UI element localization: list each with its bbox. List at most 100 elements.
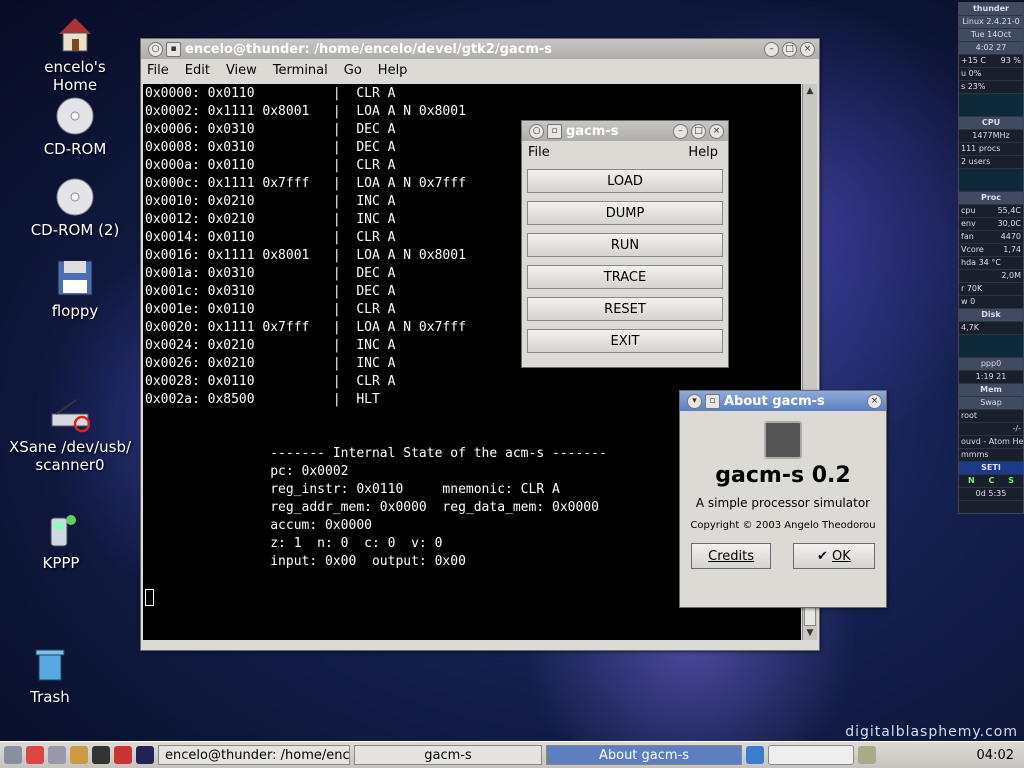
conky-fan: fan 4470: [959, 231, 1023, 244]
kppp-icon: [41, 510, 81, 550]
desktop-icon-cdrom-2[interactable]: CD-ROM (2): [24, 177, 126, 239]
conky-mail: -/-: [959, 423, 1023, 436]
conky-mms: mmms: [959, 449, 1023, 462]
conky-graph: [959, 335, 1023, 358]
task-about[interactable]: About gacm-s: [546, 745, 742, 765]
conky-write: w 0: [959, 296, 1023, 309]
desktop-icon-label: encelo's Home: [44, 58, 106, 94]
conky-cpu-temp: cpu 55,4C: [959, 205, 1023, 218]
conky-users: 2 users: [959, 156, 1023, 169]
tray-icon[interactable]: [858, 746, 876, 764]
lifebuoy-icon[interactable]: [26, 746, 44, 764]
conky-procs: 111 procs: [959, 143, 1023, 156]
run-button[interactable]: RUN: [527, 233, 723, 257]
xmms-icon[interactable]: [136, 746, 154, 764]
conky-hda: hda 34 °C: [959, 257, 1023, 270]
desktop-icon-label: CD-ROM (2): [30, 221, 120, 239]
scroll-up-icon[interactable]: ▲: [803, 84, 817, 98]
desktop-icon-trash[interactable]: Trash: [24, 644, 76, 706]
menu-edit[interactable]: Edit: [185, 63, 210, 78]
desktop-icon-home[interactable]: encelo's Home: [22, 14, 128, 94]
credits-button[interactable]: Credits: [691, 543, 772, 569]
browser-icon[interactable]: [70, 746, 88, 764]
conky-mem-header: Mem: [959, 384, 1023, 397]
app-description: A simple processor simulator: [695, 496, 871, 510]
conky-ppp: ppp0: [959, 358, 1023, 371]
trash-icon: [30, 644, 70, 684]
conky-graph: [959, 169, 1023, 192]
workspace-switcher[interactable]: [768, 745, 854, 765]
conky-vcore: Vcore 1,74: [959, 244, 1023, 257]
app-name: gacm-s 0.2: [715, 463, 851, 488]
taskbar-clock: 04:02: [976, 747, 1014, 763]
conky-seti: SETI: [959, 462, 1023, 475]
load-button[interactable]: LOAD: [527, 169, 723, 193]
gacm-window[interactable]: ○ ▫ gacm-s – □ × File Help LOAD DUMP RUN…: [521, 120, 729, 368]
window-menu-icon[interactable]: ○: [529, 123, 544, 139]
terminal-line: 0x0000: 0x0110 | CLR A: [145, 86, 396, 101]
exit-button[interactable]: EXIT: [527, 329, 723, 353]
conky-host: thunder: [959, 3, 1023, 16]
gnome-menu-icon[interactable]: [4, 746, 22, 764]
conky-mem-total: 2,0M: [959, 270, 1023, 283]
conky-time: 4:02 27: [959, 42, 1023, 55]
wallpaper-watermark: digitalblasphemy.com: [845, 724, 1018, 740]
app-icon: ▫: [705, 393, 720, 409]
system-monitor-panel: thunder Linux 2.4.21-0 Tue 14Oct 4:02 27…: [958, 2, 1024, 514]
ok-label: OK: [832, 549, 851, 564]
ok-icon: ✔: [817, 549, 828, 564]
menu-view[interactable]: View: [226, 63, 257, 78]
gacm-titlebar[interactable]: ○ ▫ gacm-s – □ ×: [522, 121, 728, 141]
cdrom-icon: [55, 96, 95, 136]
desktop-icon-kppp[interactable]: KPPP: [34, 510, 88, 572]
floppy-icon: [55, 258, 95, 298]
terminal-line: 0x0028: 0x0110 | CLR A: [145, 374, 396, 389]
workspace-indicator-icon[interactable]: [746, 746, 764, 764]
close-icon[interactable]: ×: [800, 41, 815, 57]
menu-file[interactable]: File: [147, 63, 169, 78]
conky-user-cpu: u 0%: [959, 68, 1023, 81]
conky-read: r 70K: [959, 283, 1023, 296]
system-tools-icon[interactable]: [48, 746, 66, 764]
conky-audio: ouvd - Atom Hea: [959, 436, 1023, 449]
window-title: About gacm-s: [724, 393, 825, 409]
about-titlebar[interactable]: ▾ ▫ About gacm-s ×: [680, 391, 886, 411]
menu-terminal[interactable]: Terminal: [273, 63, 328, 78]
minimize-icon[interactable]: –: [673, 123, 688, 139]
trace-button[interactable]: TRACE: [527, 265, 723, 289]
scanner-icon: [50, 394, 91, 434]
conky-weather: +15 C 93 %: [959, 55, 1023, 68]
terminal-titlebar[interactable]: ○ ▪ encelo@thunder: /home/encelo/devel/g…: [141, 39, 819, 59]
conky-cpu-header: CPU: [959, 117, 1023, 130]
menu-help[interactable]: Help: [378, 63, 408, 78]
scroll-down-icon[interactable]: ▼: [803, 626, 817, 640]
desktop-icon-xsane[interactable]: XSane /dev/usb/ scanner0: [8, 394, 132, 474]
minimize-icon[interactable]: –: [764, 41, 779, 57]
close-icon[interactable]: ×: [867, 393, 882, 409]
conky-root: root: [959, 410, 1023, 423]
desktop-icon-floppy[interactable]: floppy: [40, 258, 110, 320]
menu-help[interactable]: Help: [688, 145, 718, 160]
close-icon[interactable]: ×: [709, 123, 724, 139]
ok-button[interactable]: ✔ OK: [792, 543, 875, 569]
window-menu-icon[interactable]: ○: [148, 41, 163, 57]
reset-button[interactable]: RESET: [527, 297, 723, 321]
maximize-icon[interactable]: □: [691, 123, 706, 139]
menu-file[interactable]: File: [528, 145, 550, 160]
terminal-launcher-icon[interactable]: [92, 746, 110, 764]
task-gacm[interactable]: gacm-s: [354, 745, 542, 765]
gacm-menubar: File Help: [522, 141, 728, 163]
window-menu-icon[interactable]: ▾: [687, 393, 702, 409]
conky-proc-header: Proc: [959, 192, 1023, 205]
terminal-app-icon: ▪: [166, 41, 181, 57]
desktop-icon-cdrom[interactable]: CD-ROM: [30, 96, 120, 158]
chip-icon: [764, 421, 802, 459]
desktop-icon-label: Trash: [30, 688, 70, 706]
dump-button[interactable]: DUMP: [527, 201, 723, 225]
maximize-icon[interactable]: □: [782, 41, 797, 57]
about-dialog[interactable]: ▾ ▫ About gacm-s × gacm-s 0.2 A simple p…: [679, 390, 887, 608]
menu-go[interactable]: Go: [344, 63, 362, 78]
media-player-icon[interactable]: [114, 746, 132, 764]
task-terminal[interactable]: encelo@thunder: /home/encel: [158, 745, 350, 765]
desktop-icon-label: XSane /dev/usb/: [8, 438, 132, 456]
